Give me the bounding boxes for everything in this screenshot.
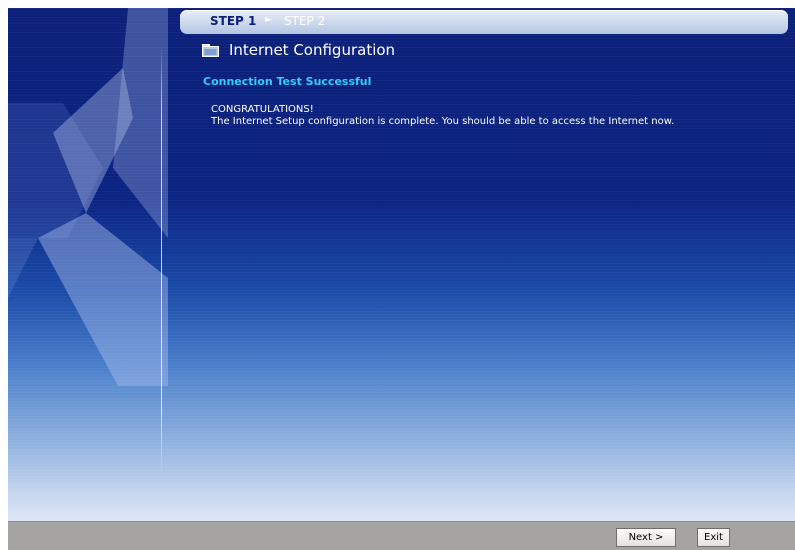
message-body: The Internet Setup configuration is comp…: [211, 116, 675, 127]
exit-button[interactable]: Exit: [697, 528, 730, 547]
step-indicator-bar: STEP 1 ► STEP 2: [180, 10, 788, 34]
sidebar-divider: [161, 46, 162, 476]
page-title-row: Internet Configuration: [202, 39, 395, 61]
message-title: CONGRATULATIONS!: [211, 104, 314, 115]
folder-icon: [202, 44, 219, 57]
next-button[interactable]: Next >: [616, 528, 676, 547]
step-1-label: STEP 1: [210, 14, 257, 28]
arrow-right-icon: ►: [265, 15, 272, 25]
footer-bar: Next > Exit: [8, 521, 795, 550]
section-heading: Connection Test Successful: [203, 75, 372, 88]
page-title: Internet Configuration: [229, 41, 396, 59]
decorative-x-graphic: [8, 8, 168, 386]
setup-wizard-window: STEP 1 ► STEP 2 Internet Configuration C…: [8, 8, 795, 550]
step-2-label: STEP 2: [284, 14, 326, 28]
